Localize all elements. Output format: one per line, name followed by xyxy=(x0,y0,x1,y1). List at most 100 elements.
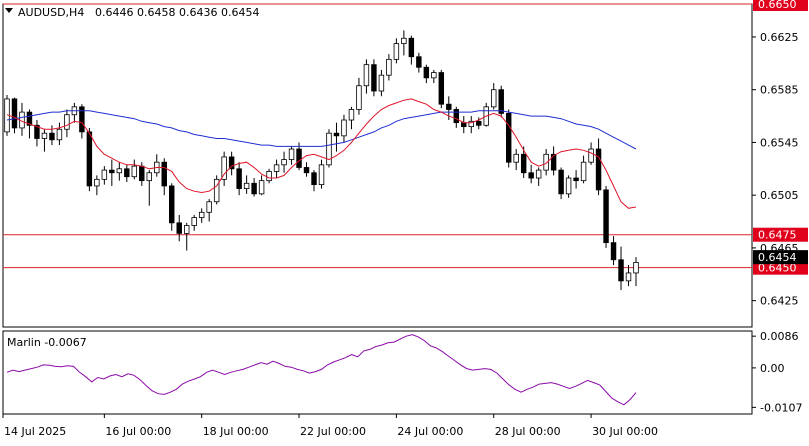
candle-body xyxy=(580,161,587,182)
candle[interactable] xyxy=(416,52,422,73)
candle[interactable] xyxy=(513,149,519,171)
candle[interactable] xyxy=(288,146,295,165)
candle[interactable] xyxy=(273,159,280,179)
candle[interactable] xyxy=(56,122,63,146)
candle[interactable] xyxy=(363,59,370,94)
candle[interactable] xyxy=(386,54,392,81)
candle[interactable] xyxy=(101,166,108,185)
candle[interactable] xyxy=(19,102,25,136)
candle[interactable] xyxy=(243,175,250,194)
candle[interactable] xyxy=(401,30,407,56)
candle[interactable] xyxy=(79,104,85,139)
candle[interactable] xyxy=(558,167,564,200)
candle[interactable] xyxy=(41,129,48,152)
candle[interactable] xyxy=(154,154,160,177)
candle[interactable] xyxy=(528,164,534,184)
candle[interactable] xyxy=(221,151,227,186)
candle[interactable] xyxy=(11,97,18,134)
candle[interactable] xyxy=(326,129,332,168)
candle[interactable] xyxy=(49,125,55,146)
candle[interactable] xyxy=(535,167,542,186)
candle[interactable] xyxy=(491,83,497,110)
x-tick-label: 18 Jul 00:00 xyxy=(203,425,269,438)
candle[interactable] xyxy=(161,158,167,196)
candle[interactable] xyxy=(266,168,272,184)
candle[interactable] xyxy=(169,183,175,231)
candle-body xyxy=(169,185,175,224)
candle[interactable] xyxy=(94,175,100,196)
candle[interactable] xyxy=(71,102,78,123)
current-price-badge[interactable]: 0.6454 xyxy=(753,250,808,265)
candle-body xyxy=(461,122,467,128)
candle-body xyxy=(603,189,609,244)
candle[interactable] xyxy=(318,159,325,189)
candle[interactable] xyxy=(431,69,437,84)
candle[interactable] xyxy=(213,175,220,205)
candle-body xyxy=(131,165,138,178)
candle[interactable] xyxy=(618,246,624,291)
indicator-title: Marlin -0.0067 xyxy=(7,336,87,349)
x-tick-label: 14 Jul 2025 xyxy=(4,425,66,438)
candle[interactable] xyxy=(348,106,355,130)
candle-body xyxy=(251,182,257,195)
candle[interactable] xyxy=(333,122,340,152)
candle[interactable] xyxy=(86,127,93,192)
candle[interactable] xyxy=(573,170,579,189)
candle[interactable] xyxy=(468,116,474,134)
candle[interactable] xyxy=(633,257,639,287)
candle[interactable] xyxy=(228,151,235,176)
level-price-badge[interactable]: 0.6475 xyxy=(753,227,808,242)
candle[interactable] xyxy=(610,236,617,266)
candle[interactable] xyxy=(378,69,385,97)
candle[interactable] xyxy=(109,159,115,186)
candle[interactable] xyxy=(311,170,317,192)
candle[interactable] xyxy=(408,35,415,65)
symbol-dropdown-icon[interactable] xyxy=(5,8,13,13)
candle[interactable] xyxy=(64,109,70,138)
candle[interactable] xyxy=(176,214,182,242)
candle[interactable] xyxy=(498,85,504,118)
candle[interactable] xyxy=(258,175,265,196)
candle[interactable] xyxy=(146,170,152,206)
x-tick-label: 30 Jul 00:00 xyxy=(592,425,658,438)
candle[interactable] xyxy=(565,175,572,198)
level-price-badge-label: 0.6475 xyxy=(758,229,797,242)
candle[interactable] xyxy=(505,109,512,168)
candle[interactable] xyxy=(580,155,587,184)
candle-body xyxy=(176,222,182,234)
candle[interactable] xyxy=(124,164,130,182)
candle[interactable] xyxy=(198,208,205,223)
candle[interactable] xyxy=(341,114,347,143)
candle[interactable] xyxy=(453,106,460,128)
candle[interactable] xyxy=(281,151,287,173)
candle[interactable] xyxy=(393,38,400,64)
candle-body xyxy=(386,58,392,76)
candle[interactable] xyxy=(461,116,467,134)
candle[interactable] xyxy=(251,178,257,197)
candle[interactable] xyxy=(183,222,190,251)
candle[interactable] xyxy=(206,199,212,222)
candle-body xyxy=(146,172,152,182)
candle[interactable] xyxy=(423,64,430,84)
candle[interactable] xyxy=(625,265,632,287)
chart-canvas[interactable]: 0.66250.65850.65450.65050.64650.64250.00… xyxy=(0,0,809,443)
candle-body xyxy=(236,168,242,189)
candle[interactable] xyxy=(34,120,40,147)
candle[interactable] xyxy=(236,162,242,196)
candle[interactable] xyxy=(550,146,557,176)
candle[interactable] xyxy=(483,102,489,127)
candle[interactable] xyxy=(595,138,602,196)
candle[interactable] xyxy=(303,162,310,177)
candle[interactable] xyxy=(116,162,123,181)
trading-chart[interactable]: 0.6625 0.6585 0.6545 0.6505 0.6465 0.6425 0.00… xyxy=(0,0,809,443)
candle-body xyxy=(243,182,250,189)
candle[interactable] xyxy=(131,159,138,180)
level-price-badge[interactable]: 0.6650 xyxy=(753,0,808,11)
y-tick-label: 0.6585 xyxy=(760,84,799,97)
candle[interactable] xyxy=(603,185,609,248)
candle-body xyxy=(11,98,18,129)
candle[interactable] xyxy=(438,69,445,109)
candle[interactable] xyxy=(371,59,377,97)
candle[interactable] xyxy=(356,77,362,115)
candle[interactable] xyxy=(191,214,197,231)
